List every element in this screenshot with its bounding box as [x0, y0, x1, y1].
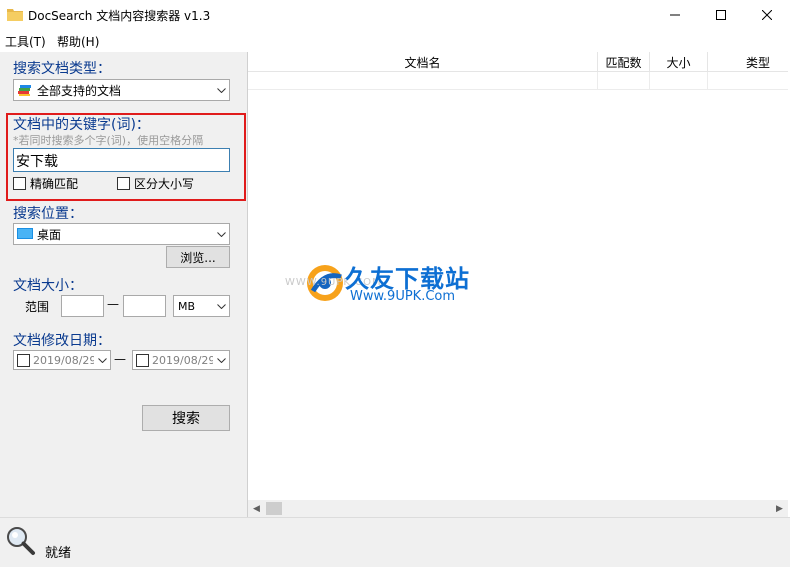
minimize-button[interactable]	[652, 0, 698, 30]
date-from-picker[interactable]: 2019/08/29	[13, 350, 111, 370]
size-label: 文档大小：	[13, 278, 83, 294]
size-unit-value: MB	[178, 299, 196, 313]
menu-tools[interactable]: 工具(T)	[5, 33, 46, 50]
column-divider	[248, 72, 598, 89]
status-text: 就绪	[45, 546, 72, 561]
keywords-input[interactable]: 安下载	[13, 148, 230, 172]
case-sensitive-label: 区分大小写	[134, 177, 195, 191]
scroll-right-icon[interactable]: ▶	[771, 500, 788, 517]
close-button[interactable]	[744, 0, 790, 30]
row-divider	[248, 89, 788, 90]
exact-match-option[interactable]: 精确匹配	[13, 175, 78, 192]
chevron-down-icon	[213, 80, 229, 100]
column-header-name[interactable]: 文档名	[248, 52, 598, 72]
location-select[interactable]: 桌面	[13, 223, 230, 245]
search-type-label: 搜索文档类型：	[13, 61, 111, 77]
maximize-icon	[716, 10, 726, 20]
date-from-checkbox[interactable]	[17, 353, 30, 367]
horizontal-scrollbar[interactable]: ◀ ▶	[248, 500, 788, 517]
watermark: WWW.9UPK.COM 久友下载站 Www.9UPK.Com	[285, 255, 495, 315]
menu-help[interactable]: 帮助(H)	[57, 33, 99, 50]
window-title: DocSearch 文档内容搜索器 v1.3	[28, 9, 211, 23]
search-type-value: 全部支持的文档	[37, 83, 122, 98]
date-label: 文档修改日期：	[13, 333, 111, 349]
search-button[interactable]: 搜索	[142, 405, 230, 431]
scroll-left-icon[interactable]: ◀	[248, 500, 265, 517]
column-header-matches[interactable]: 匹配数	[598, 52, 650, 72]
size-range-label: 范围	[25, 300, 50, 314]
size-to-input[interactable]	[123, 295, 166, 317]
date-from-value: 2019/08/29	[33, 353, 94, 367]
size-unit-select[interactable]: MB	[173, 295, 230, 317]
case-sensitive-checkbox[interactable]	[117, 177, 130, 190]
column-header-type[interactable]: 类型	[708, 52, 788, 72]
maximize-button[interactable]	[698, 0, 744, 30]
results-header: 文档名 匹配数 大小 类型	[248, 52, 788, 72]
date-to-checkbox[interactable]	[136, 353, 149, 367]
status-bar: 就绪	[0, 517, 790, 567]
exact-match-checkbox[interactable]	[13, 177, 26, 190]
close-icon	[762, 10, 772, 20]
documents-icon	[18, 85, 31, 96]
column-divider	[650, 72, 708, 89]
magnifier-icon	[7, 527, 35, 555]
menu-bar: 工具(T) 帮助(H)	[0, 30, 790, 52]
keywords-label: 文档中的关键字(词)：	[13, 117, 150, 133]
size-from-input[interactable]	[61, 295, 104, 317]
scrollbar-thumb[interactable]	[266, 502, 282, 515]
title-bar: DocSearch 文档内容搜索器 v1.3	[0, 0, 790, 30]
chevron-down-icon	[213, 224, 229, 244]
search-type-select[interactable]: 全部支持的文档	[13, 79, 230, 101]
chevron-down-icon	[94, 350, 110, 370]
chevron-down-icon	[213, 350, 229, 370]
desktop-icon	[17, 228, 33, 239]
minimize-icon	[670, 14, 680, 16]
size-range-dash: —	[107, 297, 119, 311]
case-sensitive-option[interactable]: 区分大小写	[117, 175, 194, 192]
keywords-hint: *若同时搜索多个字(词)，使用空格分隔	[13, 134, 204, 147]
location-label: 搜索位置：	[13, 206, 83, 222]
browse-button[interactable]: 浏览...	[166, 246, 230, 268]
location-value: 桌面	[37, 227, 62, 242]
watermark-url: Www.9UPK.Com	[350, 289, 456, 304]
date-to-value: 2019/08/29	[152, 353, 213, 367]
column-divider	[598, 72, 650, 89]
date-range-dash: —	[114, 352, 126, 366]
date-to-picker[interactable]: 2019/08/29	[132, 350, 230, 370]
folder-icon	[7, 9, 23, 21]
column-header-size[interactable]: 大小	[650, 52, 708, 72]
exact-match-label: 精确匹配	[30, 177, 79, 191]
chevron-down-icon	[213, 296, 229, 316]
